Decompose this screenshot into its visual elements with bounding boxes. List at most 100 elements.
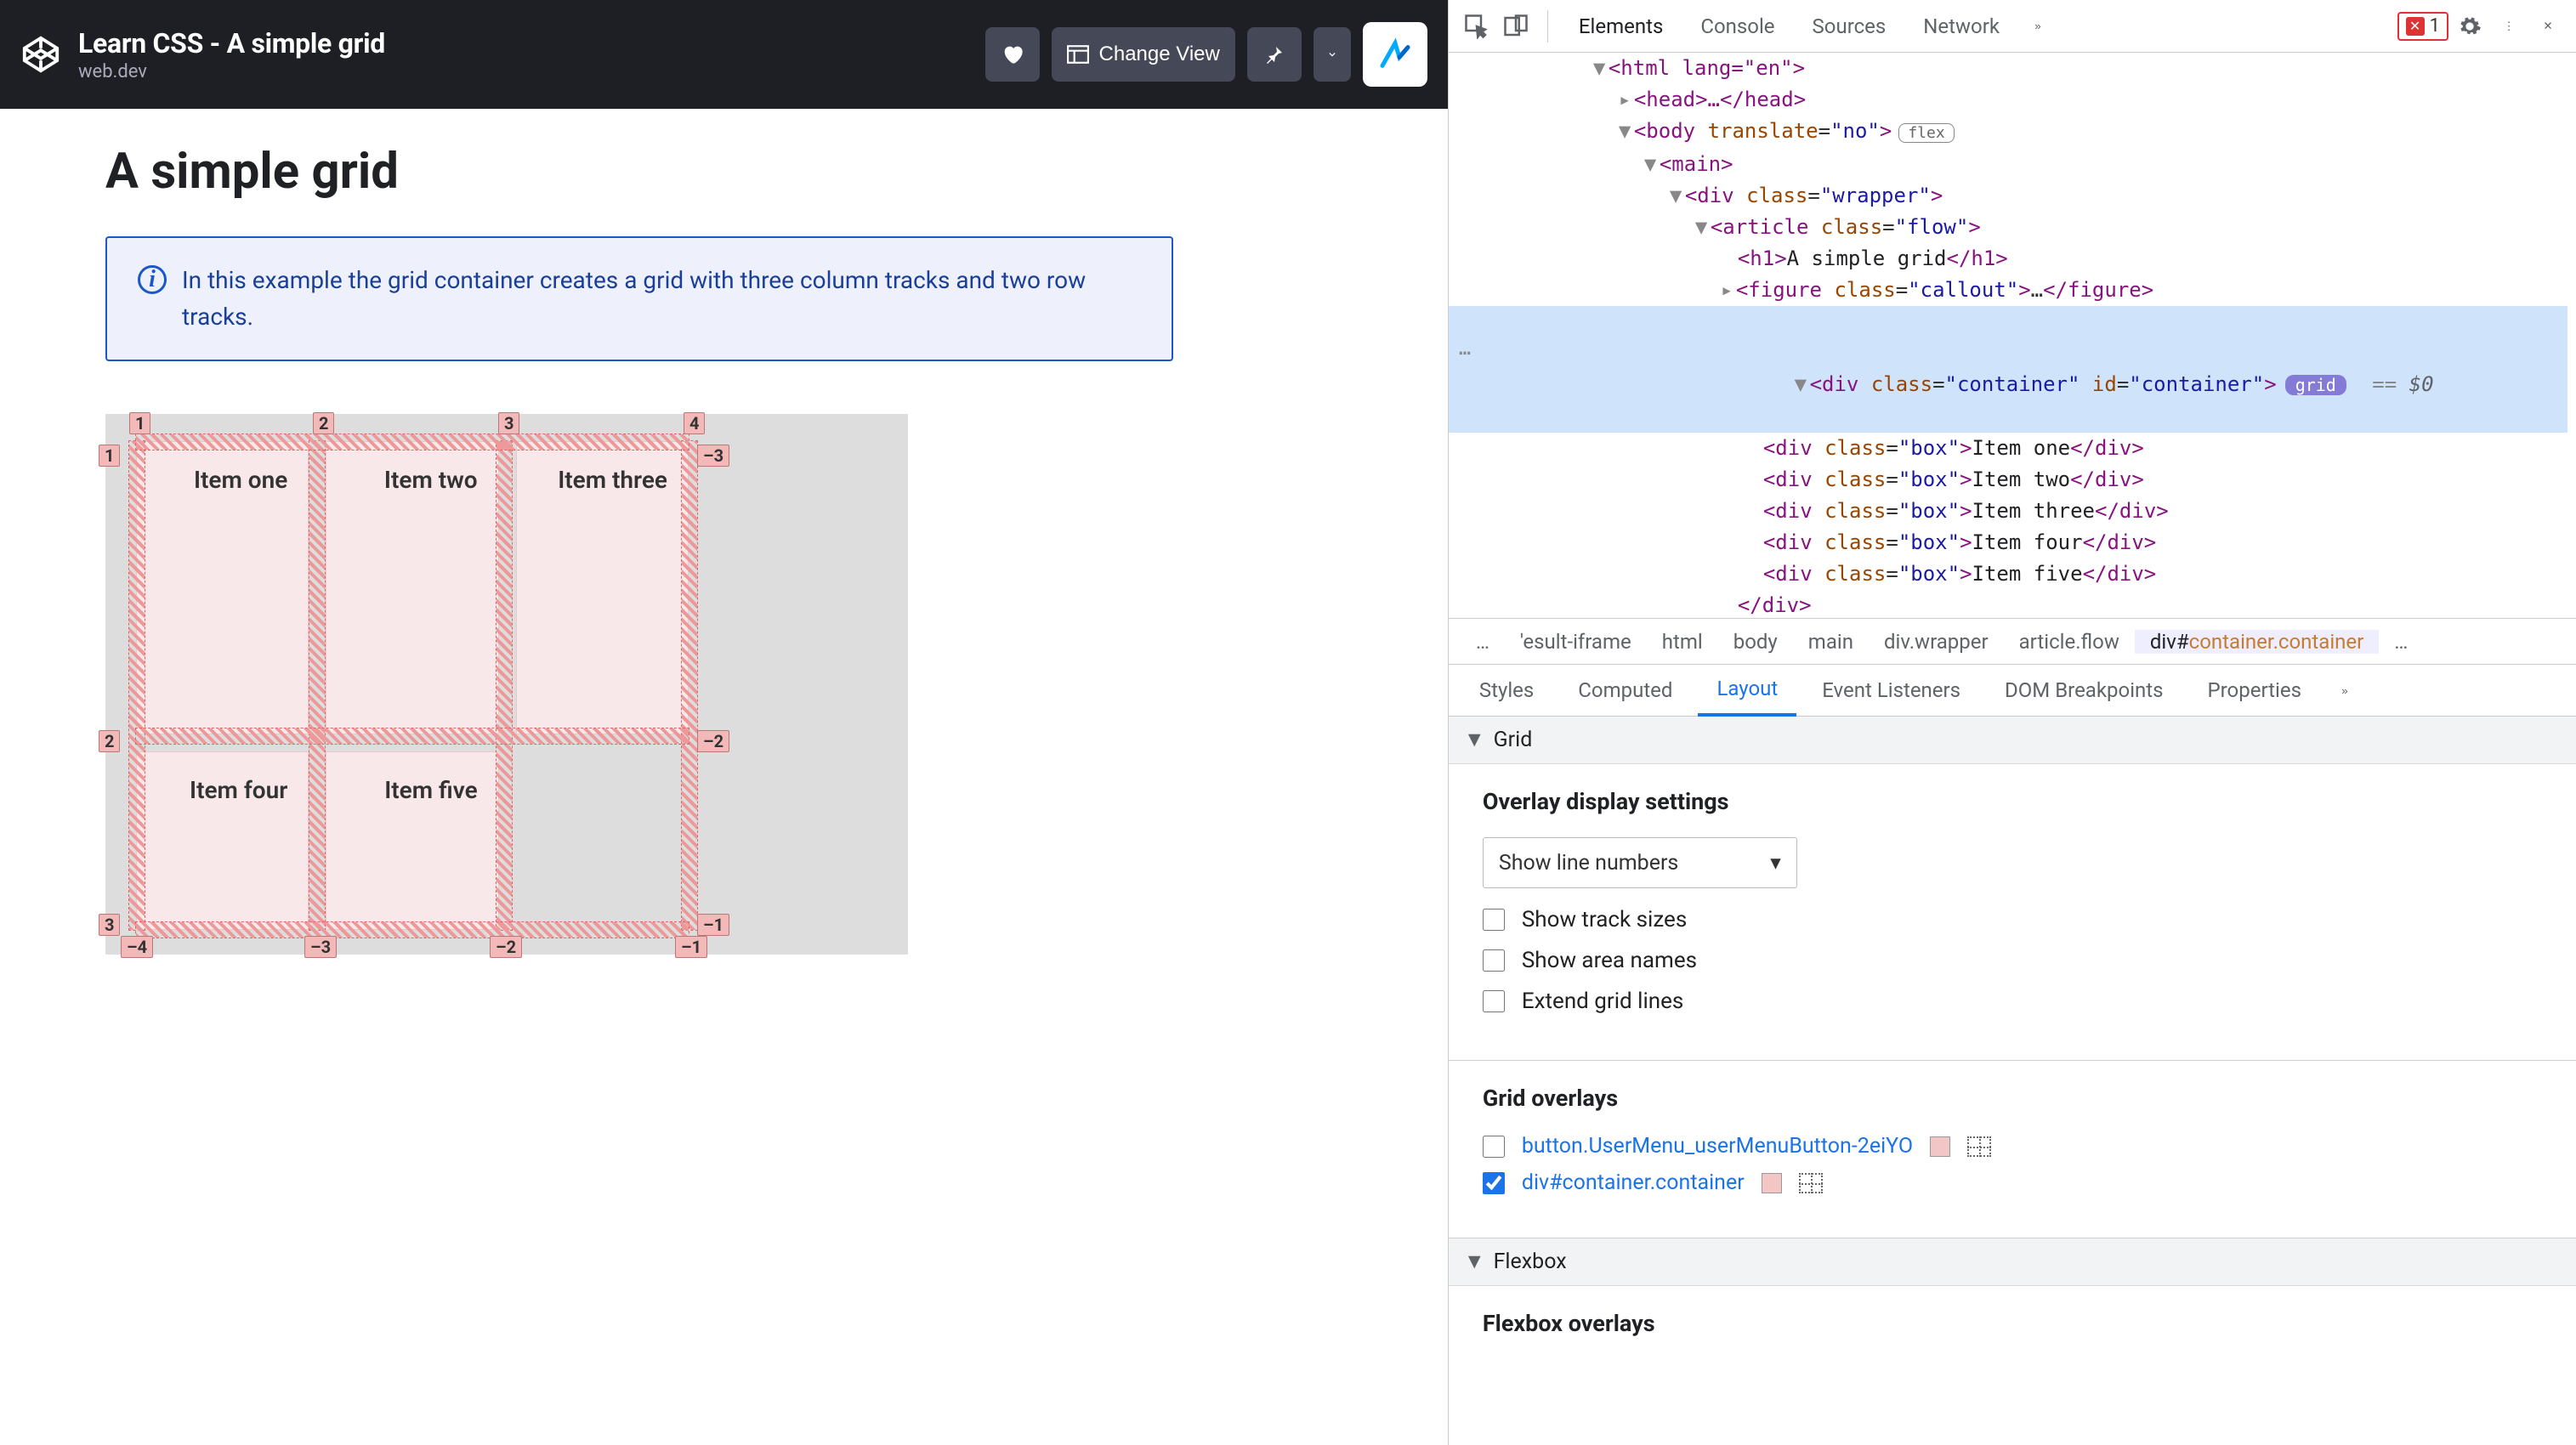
grid-overlays-panel: Grid overlays button.UserMenu_userMenuBu… [1449, 1061, 2576, 1238]
select-value: Show line numbers [1499, 851, 1678, 876]
tab-sources[interactable]: Sources [1796, 0, 1904, 53]
kebab-icon[interactable]: ⋮ [2491, 8, 2527, 44]
tab-properties[interactable]: Properties [2189, 664, 2320, 717]
grid-line-label: –3 [697, 445, 729, 467]
codepen-logo-icon [20, 34, 61, 75]
pen-title: Learn CSS - A simple grid [78, 27, 968, 60]
dom-tree[interactable]: ▼<html lang="en"> ▸<head>…</head> ▼<body… [1449, 53, 2576, 618]
change-view-label: Change View [1099, 42, 1220, 66]
dom-row[interactable]: <h1>A simple grid</h1> [1449, 243, 2567, 275]
checkbox[interactable] [1483, 909, 1505, 931]
dom-row[interactable]: ▼<html lang="en"> [1449, 53, 2567, 84]
overlay-display-settings: Overlay display settings Show line numbe… [1449, 764, 2576, 1061]
gear-icon[interactable] [2452, 8, 2488, 44]
breadcrumb-item[interactable]: body [1718, 630, 1793, 654]
flexbox-overlays-title: Flexbox overlays [1483, 1310, 2542, 1337]
grid-outline-icon[interactable] [1967, 1136, 1991, 1157]
grid-line-label: –3 [304, 936, 337, 958]
grid-badge[interactable]: grid [2285, 375, 2346, 395]
chevron-down-button[interactable] [1314, 27, 1351, 82]
check-label: Show track sizes [1522, 907, 1687, 932]
flex-badge[interactable]: flex [1898, 123, 1954, 143]
tab-event-listeners[interactable]: Event Listeners [1803, 664, 1979, 717]
grid-item: Item three [516, 441, 689, 734]
tab-elements[interactable]: Elements [1562, 0, 1680, 53]
check-label: Show area names [1522, 948, 1697, 973]
grid-line-label: –2 [697, 730, 729, 752]
dom-row[interactable]: ▸<head>…</head> [1449, 84, 2567, 116]
grid-overlay-row: button.UserMenu_userMenuButton-2eiYO [1483, 1134, 2542, 1159]
dom-row[interactable]: <div class="box">Item two</div> [1449, 464, 2567, 496]
tab-dom-breakpoints[interactable]: DOM Breakpoints [1986, 664, 2182, 717]
dom-row[interactable]: ▼<body translate="no">flex [1449, 116, 2567, 149]
grid-item: Item one [136, 441, 309, 734]
grid-line-label: 1 [99, 445, 120, 467]
dom-row[interactable]: ▼<div class="wrapper"> [1449, 180, 2567, 212]
section-grid[interactable]: ▼ Grid [1449, 717, 2576, 764]
pen-author: web.dev [78, 61, 968, 82]
checkbox[interactable] [1483, 949, 1505, 972]
check-show-track-sizes[interactable]: Show track sizes [1483, 907, 2542, 932]
flexbox-overlays-panel: Flexbox overlays [1449, 1286, 2576, 1359]
heart-button[interactable] [985, 27, 1040, 82]
tab-layout[interactable]: Layout [1698, 664, 1796, 717]
tab-network[interactable]: Network [1906, 0, 2017, 53]
breadcrumb-item-selected[interactable]: div#container.container [2135, 630, 2379, 654]
preview-body: A simple grid i In this example the grid… [0, 109, 1448, 1445]
tab-console[interactable]: Console [1683, 0, 1791, 53]
dom-row[interactable]: <div class="box">Item five</div> [1449, 558, 2567, 590]
dom-row[interactable]: ▼<main> [1449, 149, 2567, 180]
more-tabs-icon[interactable]: » [2020, 8, 2056, 44]
grid-line-label: –1 [697, 914, 729, 936]
dom-row[interactable]: <div class="box">Item three</div> [1449, 496, 2567, 527]
callout: i In this example the grid container cre… [105, 236, 1173, 361]
breadcrumb: … 'esult-iframe html body main div.wrapp… [1449, 618, 2576, 664]
info-icon: i [138, 265, 167, 294]
chevron-down-icon: ▼ [1464, 728, 1485, 752]
checkbox[interactable] [1483, 1172, 1505, 1194]
error-count: 1 [2430, 15, 2440, 37]
grid-overlay-link[interactable]: button.UserMenu_userMenuButton-2eiYO [1522, 1134, 1913, 1159]
grid-line-label: –4 [121, 936, 153, 958]
breadcrumb-item[interactable]: div.wrapper [1869, 630, 2004, 654]
dom-row[interactable]: <div class="box">Item one</div> [1449, 433, 2567, 464]
external-logo-button[interactable] [1363, 22, 1427, 87]
checkbox[interactable] [1483, 1136, 1505, 1158]
device-toggle-icon[interactable] [1498, 8, 1534, 44]
breadcrumb-item[interactable]: html [1647, 630, 1718, 654]
breadcrumb-more[interactable]: … [1461, 630, 1505, 654]
error-badge[interactable]: ✕ 1 [2397, 12, 2448, 41]
dom-row-selected[interactable]: ⋯ ▼<div class="container" id="container"… [1449, 306, 2567, 433]
grid-overlays-title: Grid overlays [1483, 1085, 2542, 1112]
tab-styles[interactable]: Styles [1461, 664, 1552, 717]
checkbox[interactable] [1483, 990, 1505, 1012]
breadcrumb-item[interactable]: article.flow [2004, 630, 2135, 654]
chevron-down-icon: ▼ [1464, 1250, 1485, 1274]
color-swatch[interactable] [1930, 1136, 1950, 1157]
tab-computed[interactable]: Computed [1559, 664, 1691, 717]
error-x-icon: ✕ [2406, 17, 2425, 36]
breadcrumb-more[interactable]: … [2379, 630, 2423, 654]
grid-stage: Item one Item two Item three Item four I… [105, 414, 908, 955]
dom-row[interactable]: ▸<figure class="callout">…</figure> [1449, 275, 2567, 306]
color-swatch[interactable] [1762, 1173, 1782, 1193]
close-icon[interactable]: ✕ [2530, 8, 2566, 44]
more-styles-tabs-icon[interactable]: » [2327, 672, 2363, 708]
dom-row[interactable]: <div class="box">Item four</div> [1449, 527, 2567, 558]
section-grid-label: Grid [1494, 728, 1533, 752]
check-show-area-names[interactable]: Show area names [1483, 948, 2542, 973]
grid-outline-icon[interactable] [1799, 1173, 1823, 1193]
section-flexbox[interactable]: ▼ Flexbox [1449, 1238, 2576, 1286]
inspect-icon[interactable] [1459, 8, 1495, 44]
change-view-button[interactable]: Change View [1052, 27, 1235, 82]
pin-button[interactable] [1247, 27, 1302, 82]
line-numbers-select[interactable]: Show line numbers ▾ [1483, 837, 1797, 888]
grid-line-label: 2 [313, 412, 334, 434]
devtools-panel: Elements Console Sources Network » ✕ 1 ⋮… [1448, 0, 2576, 1445]
grid-overlay-link[interactable]: div#container.container [1522, 1170, 1745, 1195]
dom-row[interactable]: ▼<article class="flow"> [1449, 212, 2567, 243]
breadcrumb-item[interactable]: main [1793, 630, 1869, 654]
dom-row[interactable]: </div> [1449, 590, 2567, 618]
check-extend-grid-lines[interactable]: Extend grid lines [1483, 989, 2542, 1014]
breadcrumb-item[interactable]: 'esult-iframe [1505, 630, 1647, 654]
